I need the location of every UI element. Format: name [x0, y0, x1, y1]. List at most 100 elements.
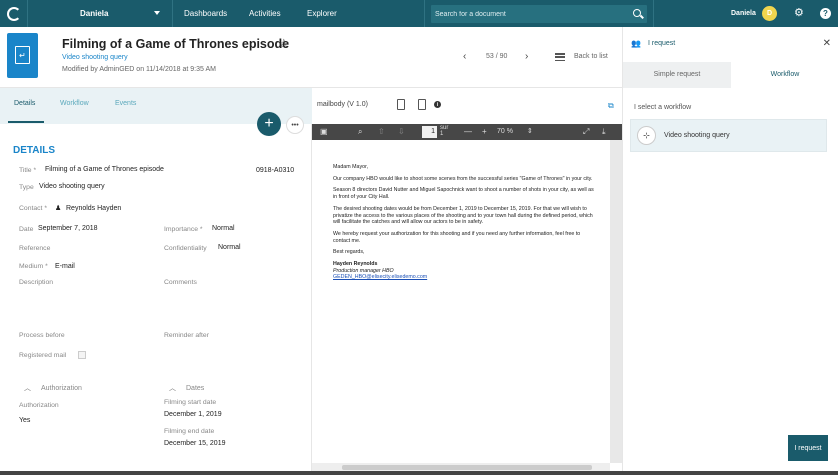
user-context-dropdown[interactable]: Daniela: [80, 0, 172, 27]
tab-workflow[interactable]: Workflow: [60, 100, 89, 107]
pdf-file-icon[interactable]: [397, 99, 405, 110]
search-icon[interactable]: ⌕: [358, 127, 362, 136]
pager-count: 53 / 90: [486, 53, 508, 60]
sidebar-toggle-icon[interactable]: ▣: [320, 127, 328, 136]
close-icon[interactable]: ✕: [823, 38, 831, 49]
modified-info: Modified by AdminGED on 11/14/2018 at 9:…: [62, 66, 216, 73]
people-icon: 👥: [631, 39, 641, 48]
authorization-label: Authorization: [19, 402, 59, 409]
importance-label: Importance *: [164, 226, 203, 233]
filming-end-label: Filming end date: [164, 428, 215, 435]
zoom-out-icon[interactable]: —: [464, 127, 472, 136]
signature-email-link[interactable]: GEDEN_HBO@elisecity.elisedemo.com: [333, 274, 595, 281]
divider: [172, 0, 173, 27]
app-logo[interactable]: [0, 0, 27, 27]
list-icon[interactable]: [555, 53, 565, 62]
nav-explorer[interactable]: Explorer: [307, 9, 337, 18]
copy-icon[interactable]: ⧉: [608, 101, 614, 111]
plus-icon: +: [264, 115, 274, 132]
next-document-chevron-icon[interactable]: ›: [525, 51, 528, 62]
divider: [27, 0, 28, 27]
page-title: Filming of a Game of Thrones episode: [62, 37, 290, 51]
pdf-toolbar: ▣ ⌕ ⇧ ⇩ 1 sur 1 — + 70 % ⇕ ⤢ ⤓: [312, 124, 622, 140]
filming-end-value[interactable]: December 15, 2019: [164, 440, 225, 447]
tab-events[interactable]: Events: [115, 100, 136, 107]
zoom-select[interactable]: 70 % ⇕: [497, 126, 547, 138]
favorite-star-icon[interactable]: ☆: [278, 36, 290, 52]
authorization-value[interactable]: Yes: [19, 417, 30, 424]
process-before-label: Process before: [19, 332, 65, 339]
fullscreen-icon[interactable]: ⤢: [583, 127, 589, 136]
date-value[interactable]: September 7, 2018: [38, 225, 98, 232]
registered-mail-label: Registered mail: [19, 352, 67, 359]
person-icon: ♟: [55, 205, 62, 212]
workflow-item[interactable]: ⊹ Video shooting query: [630, 119, 827, 152]
search-icon[interactable]: [633, 9, 641, 17]
user-context-label: Daniela: [80, 9, 109, 18]
vertical-scrollbar[interactable]: [610, 140, 622, 463]
confidentiality-value[interactable]: Normal: [218, 244, 241, 251]
help-icon[interactable]: ?: [820, 8, 831, 19]
filming-start-value[interactable]: December 1, 2019: [164, 411, 222, 418]
request-tabs: Simple request Workflow: [623, 62, 838, 88]
request-panel: 👥 I request ✕ Simple request Workflow I …: [622, 27, 838, 475]
add-button[interactable]: +: [257, 112, 281, 136]
letter-paragraph: We hereby request your authorization for…: [333, 230, 581, 244]
zoom-in-icon[interactable]: +: [482, 127, 487, 136]
tab-workflow[interactable]: Workflow: [731, 62, 838, 88]
tab-details[interactable]: Details: [14, 100, 35, 107]
search-input[interactable]: [435, 8, 625, 20]
download-icon[interactable]: ⤓: [602, 127, 606, 136]
hierarchy-icon: ⊹: [637, 126, 656, 145]
document-type-icon: ↵: [7, 33, 38, 78]
description-label: Description: [19, 279, 53, 286]
ellipsis-icon: •••: [291, 121, 299, 129]
registered-mail-checkbox[interactable]: [78, 351, 86, 359]
authorization-section-toggle[interactable]: ︿ Authorization: [24, 383, 82, 393]
workflow-item-label: Video shooting query: [664, 132, 730, 139]
request-panel-header: 👥 I request ✕: [623, 27, 838, 62]
letter-paragraph: Our company HBO would like to shoot some…: [333, 175, 593, 182]
signature-name: Hayden Reynolds: [333, 261, 378, 268]
letter-paragraph: Season 8 directors David Nutter and Migu…: [333, 187, 594, 201]
previous-page-icon[interactable]: ⇧: [378, 127, 385, 136]
logo-ring-icon: [6, 6, 21, 21]
letter-closing: Best regards,: [333, 249, 365, 256]
filming-start-label: Filming start date: [164, 399, 217, 406]
back-to-list-link[interactable]: Back to list: [574, 53, 608, 60]
nav-dashboards[interactable]: Dashboards: [184, 9, 227, 18]
type-value[interactable]: Video shooting query: [39, 183, 105, 190]
page-number-input[interactable]: 1: [422, 126, 437, 138]
file-version-select[interactable]: mailbody (V 1.0): [317, 101, 368, 108]
download-file-icon[interactable]: [418, 99, 426, 110]
reminder-after-label: Reminder after: [164, 332, 209, 339]
avatar[interactable]: D: [762, 6, 777, 21]
next-page-icon[interactable]: ⇩: [398, 127, 405, 136]
nav-activities[interactable]: Activities: [249, 9, 281, 18]
document-subtitle: Video shooting query: [62, 54, 128, 61]
tab-simple-request[interactable]: Simple request: [623, 62, 731, 88]
select-workflow-label: I select a workflow: [634, 104, 692, 111]
date-label: Date: [19, 226, 34, 233]
active-tab-indicator: [8, 121, 44, 123]
medium-value[interactable]: E-mail: [55, 263, 75, 270]
required-mark: *: [45, 263, 48, 270]
current-user-name[interactable]: Daniela: [731, 10, 756, 17]
confidentiality-label: Confidentiality: [164, 245, 207, 252]
title-value[interactable]: Filming of a Game of Thrones episode: [45, 166, 164, 173]
previous-document-chevron-icon[interactable]: ‹: [463, 51, 466, 62]
medium-label: Medium *: [19, 263, 48, 270]
scrollbar-thumb[interactable]: [342, 465, 592, 470]
contact-value[interactable]: Reynolds Hayden: [66, 205, 121, 212]
i-request-button[interactable]: I request: [788, 435, 828, 461]
viewer-toolbar: mailbody (V 1.0) i ⧉: [312, 88, 622, 123]
settings-gear-icon[interactable]: ⚙: [794, 8, 804, 19]
importance-value[interactable]: Normal: [212, 225, 235, 232]
dates-section-toggle[interactable]: ︿ Dates: [169, 383, 204, 393]
chevron-up-icon: ︿: [169, 385, 176, 392]
signature-role: Production manager HBO: [333, 267, 394, 274]
divider: [653, 0, 654, 27]
info-icon[interactable]: i: [434, 101, 441, 108]
more-options-button[interactable]: •••: [286, 116, 304, 134]
document-header: ↵ Filming of a Game of Thrones episode ☆…: [0, 27, 622, 88]
